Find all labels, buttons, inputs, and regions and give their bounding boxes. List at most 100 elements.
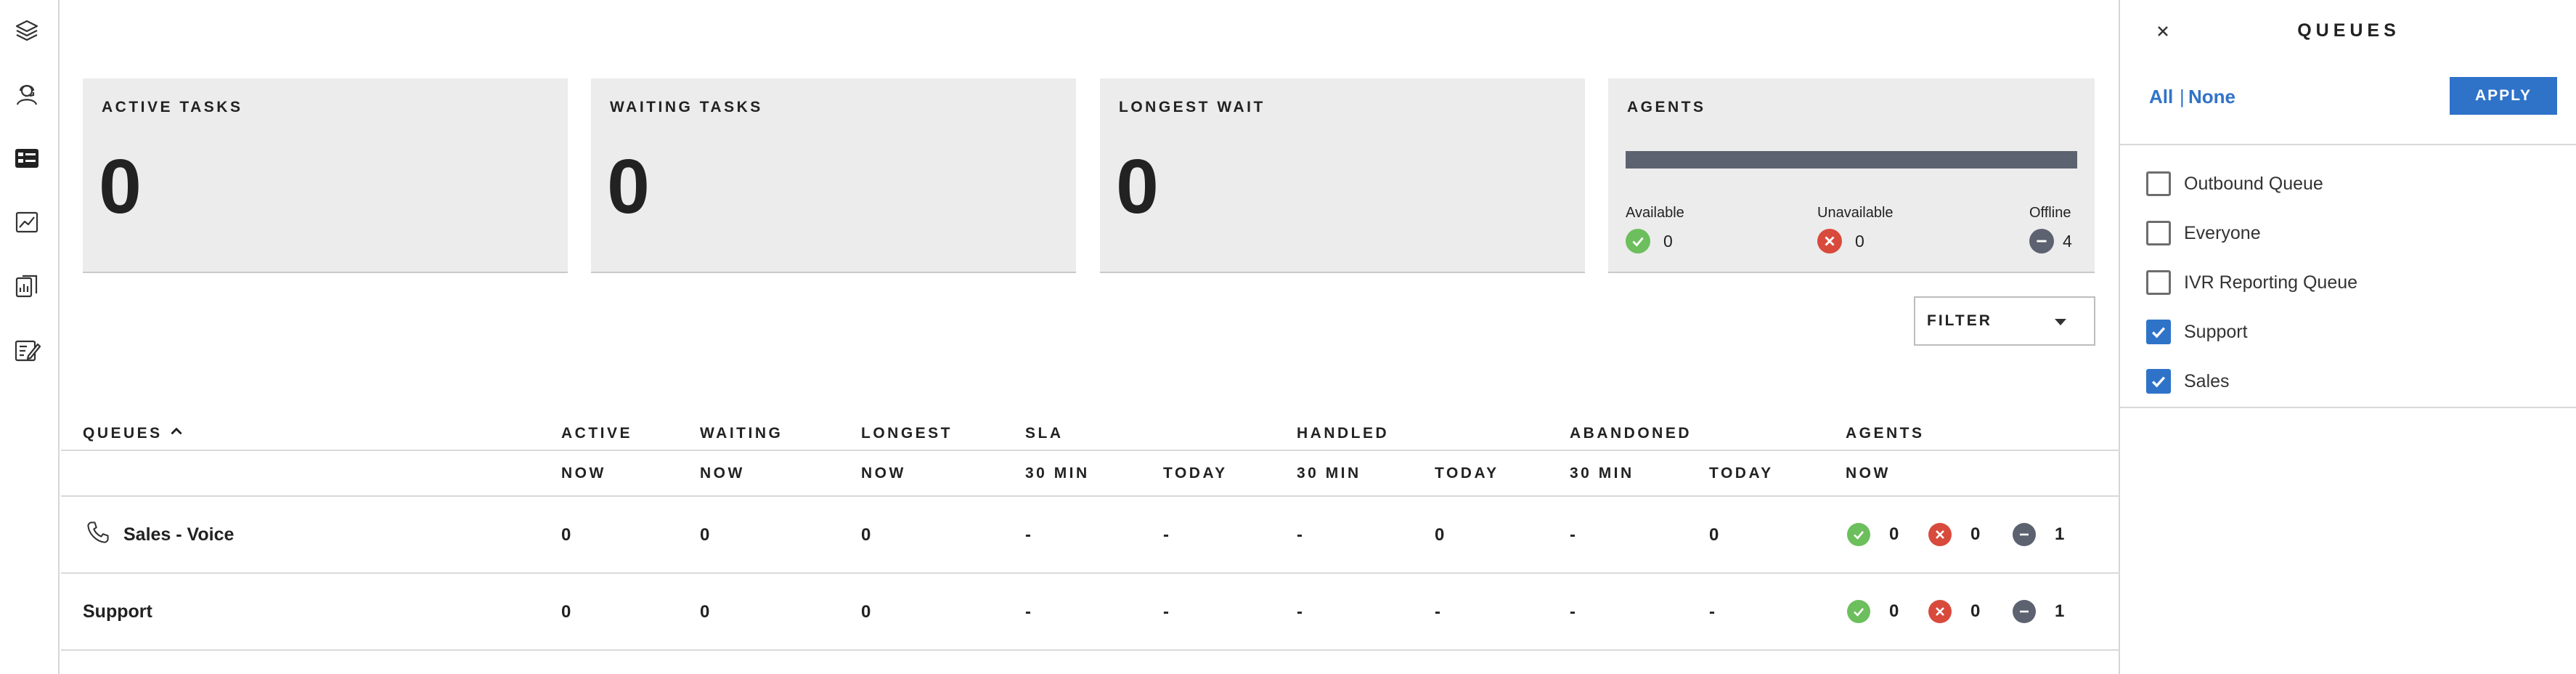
row-sla-today: - bbox=[1163, 602, 1169, 622]
available-count: 0 bbox=[1889, 601, 1899, 621]
checkbox[interactable] bbox=[2146, 270, 2171, 295]
report-icon[interactable] bbox=[9, 269, 44, 304]
row-agents-offline: 1 bbox=[2013, 523, 2064, 546]
panel-title: QUEUES bbox=[2297, 20, 2400, 41]
select-all-link[interactable]: All bbox=[2149, 86, 2173, 108]
unavailable-count: 0 bbox=[1970, 601, 1981, 621]
row-waiting-now: 0 bbox=[700, 525, 710, 545]
agents-header: AGENTS bbox=[1846, 425, 1925, 442]
checkmark-icon bbox=[2152, 376, 2166, 388]
waiting-now-subheader: NOW bbox=[700, 465, 745, 482]
queues-filter-panel: QUEUES All | None APPLY Outbound Queue E… bbox=[2119, 0, 2576, 674]
row-handled-today: 0 bbox=[1435, 525, 1445, 545]
waiting-tasks-card: WAITING TASKS 0 bbox=[591, 78, 1076, 273]
active-tasks-card: ACTIVE TASKS 0 bbox=[83, 78, 568, 273]
longest-wait-title: LONGEST WAIT bbox=[1119, 99, 1265, 115]
sla-30min-subheader: 30 MIN bbox=[1025, 465, 1090, 482]
left-nav-rail bbox=[0, 0, 60, 674]
table-row[interactable] bbox=[61, 497, 2119, 572]
unavailable-x-icon bbox=[1817, 229, 1842, 253]
unavailable-x-icon bbox=[1928, 600, 1952, 623]
row-sla-30min: - bbox=[1025, 525, 1031, 545]
active-now-subheader: NOW bbox=[561, 465, 606, 482]
abandoned-today-subheader: TODAY bbox=[1709, 465, 1774, 482]
row-longest-now: 0 bbox=[861, 602, 871, 622]
offline-minus-icon bbox=[2029, 229, 2054, 253]
row-sla-today: - bbox=[1163, 525, 1169, 545]
row-handled-today: - bbox=[1435, 602, 1440, 622]
panel-divider bbox=[2120, 407, 2576, 408]
queue-option-label: IVR Reporting Queue bbox=[2184, 272, 2358, 293]
agents-available-stat: Available 0 bbox=[1626, 205, 1684, 253]
checkbox[interactable] bbox=[2146, 221, 2171, 245]
select-none-link[interactable]: None bbox=[2188, 86, 2235, 108]
checkbox[interactable] bbox=[2146, 171, 2171, 196]
queue-option-support[interactable]: Support bbox=[2146, 320, 2248, 344]
dashboard-icon[interactable] bbox=[9, 141, 44, 176]
offline-label: Offline bbox=[2029, 205, 2071, 221]
row-agents-offline: 1 bbox=[2013, 600, 2064, 623]
queue-option-label: Sales bbox=[2184, 370, 2230, 391]
edit-form-icon[interactable] bbox=[9, 333, 44, 368]
row-longest-now: 0 bbox=[861, 525, 871, 545]
unavailable-label: Unavailable bbox=[1817, 205, 1894, 221]
offline-count: 4 bbox=[2063, 231, 2072, 251]
agents-status-bar bbox=[1626, 151, 2077, 168]
abandoned-header: ABANDONED bbox=[1570, 425, 1692, 442]
row-waiting-now: 0 bbox=[700, 602, 710, 622]
active-tasks-value: 0 bbox=[99, 144, 142, 230]
available-check-icon bbox=[1626, 229, 1650, 253]
row-handled-30min: - bbox=[1297, 602, 1303, 622]
row-active-now: 0 bbox=[561, 602, 571, 622]
handled-header: HANDLED bbox=[1297, 425, 1390, 442]
offline-minus-icon bbox=[2013, 600, 2036, 623]
trend-chart-icon[interactable] bbox=[9, 205, 44, 240]
row-queue-name: Support bbox=[83, 601, 152, 622]
table-row[interactable] bbox=[61, 574, 2119, 649]
header-divider bbox=[61, 450, 2119, 451]
available-check-icon bbox=[1847, 523, 1870, 546]
handled-today-subheader: TODAY bbox=[1435, 465, 1499, 482]
row-agents-unavailable: 0 bbox=[1928, 600, 1980, 623]
unavailable-x-icon bbox=[1928, 523, 1952, 546]
row-agents-available: 0 bbox=[1847, 523, 1899, 546]
row-abandoned-30min: - bbox=[1570, 525, 1576, 545]
row-abandoned-today: 0 bbox=[1709, 525, 1719, 545]
longest-wait-value: 0 bbox=[1116, 144, 1159, 230]
agents-unavailable-stat: Unavailable 0 bbox=[1817, 205, 1894, 253]
queue-option-sales[interactable]: Sales bbox=[2146, 369, 2230, 394]
user-headset-icon[interactable] bbox=[9, 77, 44, 112]
row-agents-unavailable: 0 bbox=[1928, 523, 1980, 546]
queue-option-everyone[interactable]: Everyone bbox=[2146, 221, 2261, 245]
phone-icon bbox=[87, 521, 109, 543]
row-sla-30min: - bbox=[1025, 602, 1031, 622]
link-separator: | bbox=[2180, 86, 2185, 107]
checkbox-checked[interactable] bbox=[2146, 369, 2171, 394]
filter-label: FILTER bbox=[1927, 312, 1992, 329]
available-count: 0 bbox=[1663, 231, 1673, 251]
row-divider bbox=[61, 649, 2119, 651]
unavailable-count: 0 bbox=[1970, 524, 1981, 544]
panel-divider bbox=[2120, 144, 2576, 145]
queue-option-label: Support bbox=[2184, 321, 2248, 342]
offline-count: 1 bbox=[2055, 601, 2065, 621]
offline-minus-icon bbox=[2013, 523, 2036, 546]
longest-wait-card: LONGEST WAIT 0 bbox=[1100, 78, 1585, 273]
queues-column-header[interactable]: QUEUES bbox=[83, 425, 184, 442]
layers-icon[interactable] bbox=[9, 13, 44, 48]
checkbox-checked[interactable] bbox=[2146, 320, 2171, 344]
row-active-now: 0 bbox=[561, 525, 571, 545]
available-check-icon bbox=[1847, 600, 1870, 623]
available-label: Available bbox=[1626, 205, 1684, 221]
filter-dropdown[interactable]: FILTER bbox=[1914, 296, 2095, 346]
caret-down-icon bbox=[2055, 319, 2066, 325]
row-abandoned-30min: - bbox=[1570, 602, 1576, 622]
agents-now-subheader: NOW bbox=[1846, 465, 1891, 482]
unavailable-count: 0 bbox=[1855, 231, 1864, 251]
row-handled-30min: - bbox=[1297, 525, 1303, 545]
abandoned-30min-subheader: 30 MIN bbox=[1570, 465, 1634, 482]
apply-button[interactable]: APPLY bbox=[2450, 77, 2557, 115]
longest-now-subheader: NOW bbox=[861, 465, 906, 482]
queue-option-outbound[interactable]: Outbound Queue bbox=[2146, 171, 2323, 196]
queue-option-ivr-reporting[interactable]: IVR Reporting Queue bbox=[2146, 270, 2357, 295]
